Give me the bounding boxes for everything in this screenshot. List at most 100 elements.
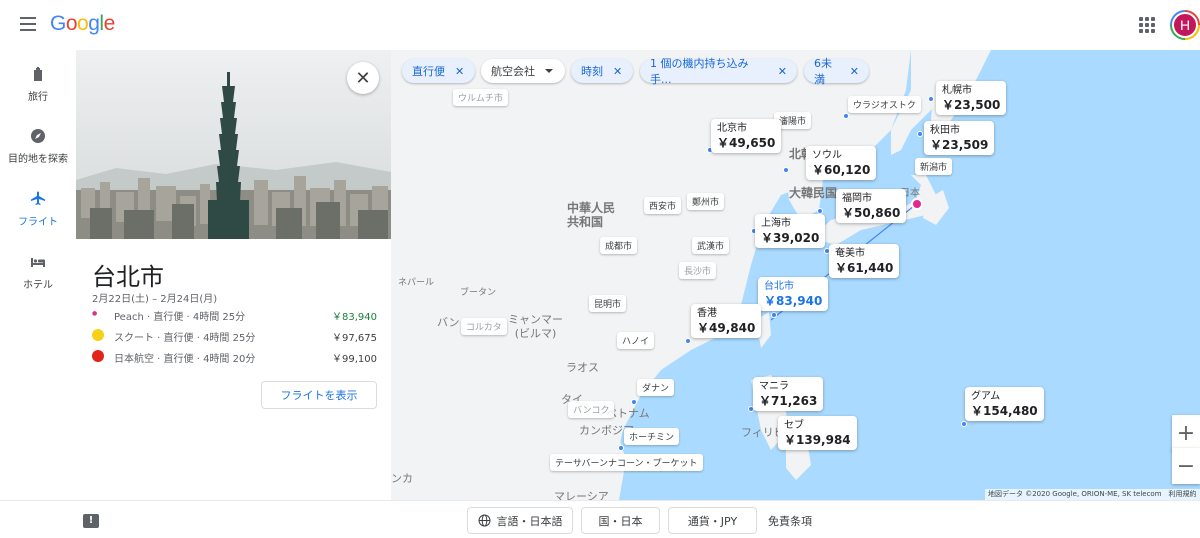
map-city-dot[interactable] [961, 421, 967, 427]
map-canvas[interactable]: 中華人民 共和国 大韓民国 北朝 日本 ミャンマー (ビルマ) ネパール ブータ… [391, 50, 1200, 500]
flight-option-row[interactable]: ● Peach · 直行便 · 4時間 25分 ￥83,940 [92, 306, 377, 323]
nav-label-explore: 目的地を探索 [8, 154, 68, 165]
map-city-vladivostok[interactable]: ウラジオストク [848, 96, 921, 113]
flight-option-row[interactable]: 日本航空 · 直行便 · 4時間 20分 ￥99,100 [92, 348, 377, 365]
map-city-kunming[interactable]: 昆明市 [589, 295, 627, 312]
nav-item-hotels[interactable]: ホテル [0, 254, 76, 291]
close-icon: ✕ [355, 67, 371, 89]
nav-label-flights: フライト [18, 217, 58, 228]
suitcase-icon [34, 67, 42, 81]
map-city-wuhan[interactable]: 武漢市 [692, 237, 730, 254]
remove-filter-icon[interactable]: ✕ [850, 65, 859, 78]
show-flights-button[interactable]: フライトを表示 [261, 381, 377, 409]
price-label-price: ￥71,263 [759, 394, 818, 408]
map-city-changsha[interactable]: 長沙市 [679, 262, 717, 279]
remove-filter-icon[interactable]: ✕ [455, 65, 464, 78]
price-label-city: マニラ [759, 381, 789, 392]
price-label-fukuoka[interactable]: 福岡市 ￥50,860 [836, 189, 907, 223]
currency-button[interactable]: 通貨・JPY [668, 507, 757, 534]
price-label-city: 札幌市 [942, 85, 972, 96]
map-city-dot[interactable] [685, 338, 691, 344]
filter-chip-carry-on[interactable]: 1 個の機内持ち込み手... ✕ [640, 57, 797, 86]
map-label-srilanka: ンカ [391, 472, 413, 485]
map-label-china: 中華人民 共和国 [567, 201, 616, 229]
remove-filter-icon[interactable]: ✕ [778, 65, 787, 78]
map-city-dot[interactable] [917, 131, 923, 137]
apps-grid-icon[interactable] [1139, 17, 1155, 33]
price-label-sapporo[interactable]: 札幌市 ￥23,500 [936, 81, 1007, 115]
avatar-letter: H [1172, 12, 1198, 38]
chip-label: 時刻 [581, 65, 603, 78]
flight-option-row[interactable]: スクート · 直行便 · 4時間 25分 ￥97,675 [92, 327, 377, 344]
price-label-city: 奄美市 [835, 248, 865, 259]
map-city-phuket[interactable]: テーサバーンナコーン・プーケット [550, 454, 703, 471]
map-attribution[interactable]: 地図データ ©2020 Google, ORION-ME, SK telecom… [985, 489, 1200, 500]
price-label-city: 福岡市 [842, 193, 872, 204]
map-city-zhengzhou[interactable]: 鄭州市 [687, 193, 725, 210]
language-button[interactable]: 言語・日本語 [467, 507, 573, 534]
price-label-city: 台北市 [764, 281, 794, 292]
terms-link[interactable]: 免責条項 [768, 513, 812, 529]
price-label-price: ￥23,509 [930, 138, 989, 152]
nav-item-travel[interactable]: 旅行 [0, 66, 76, 103]
price-label-price: ￥83,940 [764, 294, 823, 308]
price-label-price: ￥154,480 [971, 404, 1038, 418]
filter-chip-nonstop[interactable]: 直行便 ✕ [402, 59, 475, 83]
price-label-amami[interactable]: 奄美市 ￥61,440 [829, 244, 900, 278]
map-city-hochiminh[interactable]: ホーチミン [624, 428, 680, 445]
price-label-akita[interactable]: 秋田市 ￥23,509 [924, 121, 995, 155]
country-button[interactable]: 国・日本 [581, 507, 660, 534]
filter-chip-airline[interactable]: 航空会社 [481, 59, 565, 83]
filter-chip-time[interactable]: 時刻 ✕ [571, 59, 633, 83]
map-city-chengdu[interactable]: 成都市 [600, 237, 638, 254]
price-label-manila[interactable]: マニラ ￥71,263 [753, 377, 824, 411]
nav-item-explore[interactable]: 目的地を探索 [0, 128, 76, 165]
map-city-dot[interactable] [631, 399, 637, 405]
chip-label: 6未満 [814, 57, 832, 86]
google-logo[interactable]: Google [50, 12, 115, 36]
price-label-city: グアム [971, 391, 1001, 402]
map-city-dot[interactable] [783, 167, 789, 173]
chip-label: 1 個の機内持ち込み手... [650, 57, 749, 86]
origin-marker[interactable] [911, 198, 923, 210]
map-city-bangkok[interactable]: バンコク [568, 401, 615, 418]
price-label-hongkong[interactable]: 香港 ￥49,840 [691, 304, 762, 338]
map-city-niigata[interactable]: 新潟市 [915, 158, 953, 175]
remove-filter-icon[interactable]: ✕ [613, 65, 622, 78]
price-label-cebu[interactable]: セブ ￥139,984 [778, 416, 857, 450]
map-city-dot[interactable] [771, 312, 777, 318]
price-label-price: ￥39,020 [761, 231, 820, 245]
price-label-price: ￥49,650 [717, 136, 776, 150]
account-avatar[interactable]: H [1170, 10, 1200, 40]
filter-chip-price[interactable]: 6未満 ✕ [804, 57, 869, 86]
language-label: 言語・日本語 [496, 514, 563, 528]
map-city-hanoi[interactable]: ハノイ [617, 332, 655, 349]
map-city-dot[interactable] [843, 113, 849, 119]
map-city-dot[interactable] [928, 96, 934, 102]
map-city-dot[interactable] [618, 445, 624, 451]
menu-icon[interactable] [20, 17, 36, 31]
close-panel-button[interactable]: ✕ [347, 62, 379, 94]
airplane-icon [31, 191, 45, 205]
price-label-taipei[interactable]: 台北市 ￥83,940 [758, 277, 829, 311]
zoom-in-button[interactable]: + [1172, 415, 1200, 451]
price-label-seoul[interactable]: ソウル ￥60,120 [806, 146, 877, 180]
price-label-shanghai[interactable]: 上海市 ￥39,020 [755, 214, 826, 248]
price-label-guam[interactable]: グアム ￥154,480 [965, 387, 1044, 421]
map-city-xian[interactable]: 西安市 [644, 197, 682, 214]
nav-item-flights[interactable]: フライト [0, 191, 76, 228]
flight-detail: 日本航空 · 直行便 · 4時間 20分 [114, 354, 256, 365]
map-city-urumqi[interactable]: ウルムチ市 [453, 89, 508, 106]
price-label-city: ソウル [812, 150, 842, 161]
bed-icon [31, 258, 45, 267]
price-label-beijing[interactable]: 北京市 ￥49,650 [711, 119, 782, 153]
feedback-icon[interactable]: ! [83, 514, 99, 528]
top-bar: Google H [0, 0, 1200, 50]
zoom-out-button[interactable]: − [1172, 448, 1200, 484]
map-city-danang[interactable]: ダナン [637, 379, 675, 396]
globe-icon [478, 514, 490, 527]
chevron-down-icon [545, 69, 553, 73]
flight-price: ￥99,100 [332, 354, 377, 365]
map-city-kolkata[interactable]: コルカタ [461, 318, 507, 335]
plus-icon: + [1176, 420, 1196, 446]
